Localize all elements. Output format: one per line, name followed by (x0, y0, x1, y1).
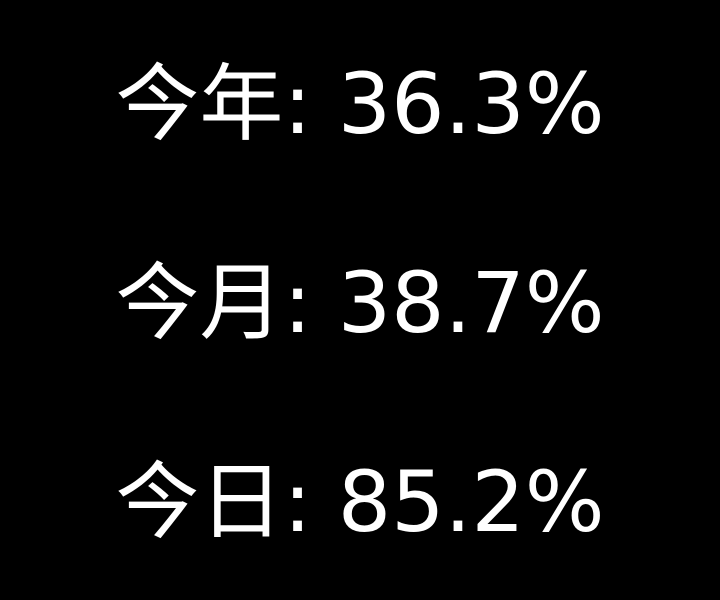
stat-value-today: 85.2% (337, 453, 605, 551)
stat-value-this-month: 38.7% (337, 254, 605, 352)
stat-row-this-month: 今月:38.7% (0, 243, 720, 363)
stat-separator: : (283, 55, 312, 153)
stat-label-this-year: 今年 (115, 55, 284, 153)
stats-screen: 今年:36.3% 今月:38.7% 今日:85.2% (0, 0, 720, 600)
stat-label-today: 今日 (115, 453, 284, 551)
stat-label-this-month: 今月 (115, 254, 284, 352)
stat-row-this-year: 今年:36.3% (0, 44, 720, 164)
stat-separator: : (283, 254, 312, 352)
stat-row-today: 今日:85.2% (0, 442, 720, 562)
stat-value-this-year: 36.3% (337, 55, 605, 153)
stat-separator: : (283, 453, 312, 551)
